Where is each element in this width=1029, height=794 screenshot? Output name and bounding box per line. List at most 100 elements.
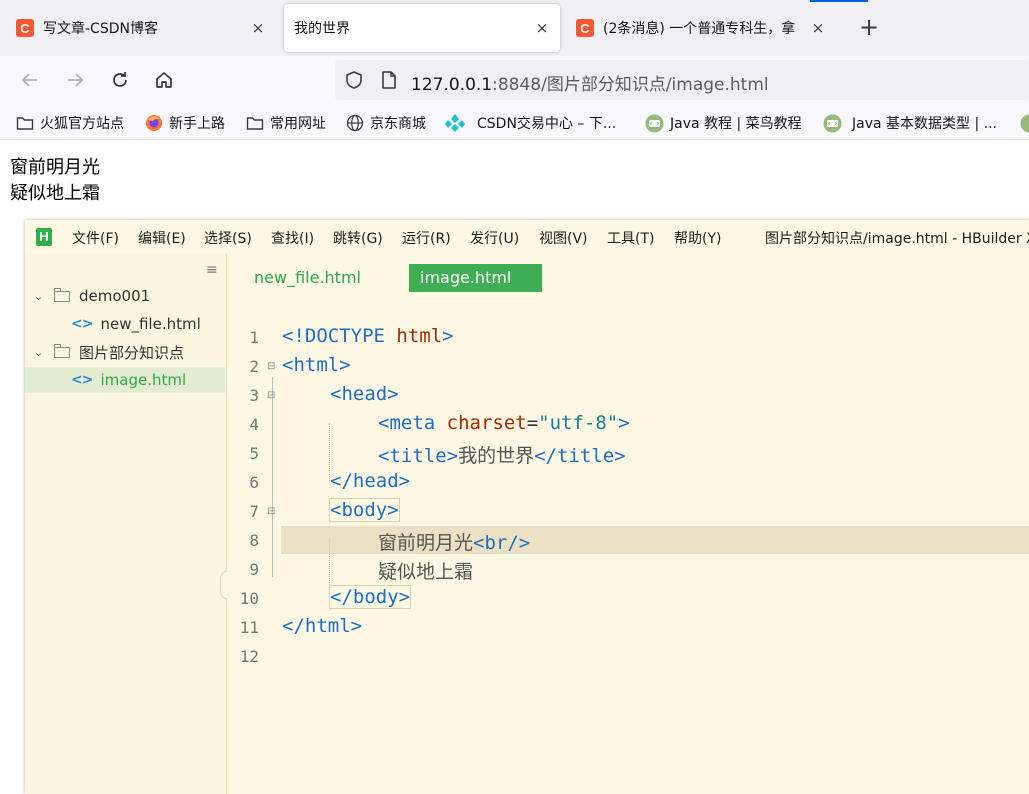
bookmark-runoob-java[interactable]: Java 教程 | 菜鸟教程 xyxy=(645,112,802,134)
code-file-icon: <> xyxy=(71,372,93,388)
tab-title: 我的世界 xyxy=(294,21,350,37)
line-number: 12 xyxy=(239,647,259,666)
hbuilder-window: H 文件(F) 编辑(E) 选择(S) 查找(I) 跳转(G) 运行(R) 发行… xyxy=(25,220,1029,794)
tab-my-world[interactable]: 我的世界 × xyxy=(284,4,560,52)
tab-title: 写文章-CSDN博客 xyxy=(43,21,158,37)
forward-button[interactable] xyxy=(59,64,91,96)
runoob-icon xyxy=(823,114,842,133)
menu-view[interactable]: 视图(V) xyxy=(539,228,588,248)
close-icon[interactable]: × xyxy=(806,19,830,37)
fold-toggle-icon[interactable]: ⊟ xyxy=(267,390,275,401)
code-line-7: <body> xyxy=(329,498,400,522)
line-number: 10 xyxy=(239,589,259,608)
page-icon[interactable] xyxy=(380,70,398,90)
code-token: <head> xyxy=(330,383,399,405)
tree-label: demo001 xyxy=(79,287,151,305)
menu-goto[interactable]: 跳转(G) xyxy=(333,228,383,248)
folder-icon xyxy=(246,115,264,131)
project-sidebar: ≡ ⌄ demo001 <> new_file.html ⌄ 图片部分知识点 <… xyxy=(25,254,227,794)
menu-help[interactable]: 帮助(Y) xyxy=(674,228,721,248)
tree-folder-image-knowledge[interactable]: ⌄ 图片部分知识点 xyxy=(25,339,225,365)
menu-run[interactable]: 运行(R) xyxy=(402,228,451,248)
code-line-2: <html> xyxy=(282,354,351,376)
shield-icon[interactable] xyxy=(344,70,364,90)
sidebar-menu-icon[interactable]: ≡ xyxy=(206,262,218,278)
firefox-icon xyxy=(145,114,163,132)
bookmark-jd[interactable]: 京东商城 xyxy=(346,112,426,134)
bookmark-common-sites[interactable]: 常用网址 xyxy=(246,112,326,134)
code-line-8: 窗前明月光<br/> xyxy=(378,528,530,555)
tree-folder-demo001[interactable]: ⌄ demo001 xyxy=(25,283,225,309)
code-token: <html> xyxy=(282,354,351,376)
bookmark-overflow[interactable] xyxy=(1020,112,1029,134)
menu-edit[interactable]: 编辑(E) xyxy=(138,228,186,248)
code-token: <body> xyxy=(329,498,400,522)
menu-file[interactable]: 文件(F) xyxy=(72,228,119,248)
csdn-icon: C xyxy=(16,19,34,37)
code-line-9: 疑似地上霜 xyxy=(378,557,473,584)
code-token: charset xyxy=(446,412,527,434)
code-token: > xyxy=(442,325,454,347)
line-number: 5 xyxy=(249,444,259,463)
menu-find[interactable]: 查找(I) xyxy=(271,228,314,248)
folder-icon xyxy=(53,287,70,302)
folder-icon xyxy=(53,343,70,358)
line-number: 6 xyxy=(249,473,259,492)
fold-toggle-icon[interactable]: ⊟ xyxy=(267,506,275,517)
code-line-10: </body> xyxy=(328,585,412,609)
new-tab-button[interactable]: + xyxy=(855,14,883,42)
menu-publish[interactable]: 发行(U) xyxy=(470,228,519,248)
close-icon[interactable]: × xyxy=(246,19,270,37)
bookmark-firefox-official[interactable]: 火狐官方站点 xyxy=(16,112,124,134)
arrow-left-icon xyxy=(21,73,37,87)
tab-new-file[interactable]: new_file.html xyxy=(254,264,361,292)
line-number: 9 xyxy=(249,560,259,579)
bookmark-getting-started[interactable]: 新手上路 xyxy=(145,112,225,134)
fold-range-line xyxy=(272,377,273,577)
home-button[interactable] xyxy=(148,64,180,96)
page-text-line-2: 疑似地上霜 xyxy=(10,183,100,204)
code-editor[interactable]: new_file.html image.html 1 2 3 4 5 6 7 8… xyxy=(227,254,1029,794)
reload-button[interactable] xyxy=(104,64,136,96)
tab-csdn-write[interactable]: C 写文章-CSDN博客 × xyxy=(4,4,276,52)
tab-image[interactable]: image.html xyxy=(409,264,542,292)
hbuilder-logo-icon: H xyxy=(36,228,52,246)
menu-select[interactable]: 选择(S) xyxy=(204,228,252,248)
home-icon xyxy=(156,72,172,88)
code-line-4: <meta charset="utf-8"> xyxy=(378,412,630,434)
chevron-down-icon[interactable]: ⌄ xyxy=(34,290,48,303)
url-text[interactable]: 127.0.0.1:8848/图片部分知识点/image.html xyxy=(411,70,769,95)
csdn-icon xyxy=(444,113,466,133)
runoob-icon xyxy=(1020,114,1029,133)
hbuilder-window-title: 图片部分知识点/image.html - HBuilder X xyxy=(765,231,1029,247)
page-text-line-1: 窗前明月光 xyxy=(10,157,100,178)
code-token: <meta xyxy=(378,412,447,434)
bookmark-csdn-trade[interactable]: CSDN交易中心 – 下... xyxy=(444,112,616,134)
tab-csdn-messages[interactable]: C (2条消息) 一个普通专科生，拿 × xyxy=(564,4,836,52)
tree-file-image[interactable]: <> image.html xyxy=(25,367,225,393)
fold-toggle-icon[interactable]: ⊟ xyxy=(267,361,275,372)
back-button[interactable] xyxy=(14,64,46,96)
bookmark-label: CSDN交易中心 – 下... xyxy=(477,116,617,132)
line-number: 11 xyxy=(239,618,259,637)
bookmark-label: 新手上路 xyxy=(169,116,225,132)
tab-accent-line xyxy=(810,0,868,2)
runoob-icon xyxy=(645,114,664,133)
code-line-3: <head> xyxy=(330,383,399,405)
close-icon[interactable]: × xyxy=(530,19,554,37)
code-token: <title> xyxy=(378,445,459,467)
code-token: "utf-8" xyxy=(538,412,619,434)
menu-tools[interactable]: 工具(T) xyxy=(607,228,654,248)
url-host: 127.0.0.1 xyxy=(411,75,493,95)
chevron-down-icon[interactable]: ⌄ xyxy=(34,346,48,359)
bookmark-runoob-datatypes[interactable]: Java 基本数据类型 | ... xyxy=(823,112,997,134)
code-token: </head> xyxy=(330,470,411,492)
line-number: 8 xyxy=(249,531,259,550)
tab-title: (2条消息) 一个普通专科生，拿 xyxy=(603,21,796,37)
code-token: <br/> xyxy=(473,532,531,554)
code-token: > xyxy=(618,412,630,434)
bookmark-label: Java 基本数据类型 | ... xyxy=(852,116,997,132)
tree-file-new-file[interactable]: <> new_file.html xyxy=(25,311,225,337)
folder-icon xyxy=(16,115,34,131)
code-token: <!DOCTYPE xyxy=(282,325,397,347)
